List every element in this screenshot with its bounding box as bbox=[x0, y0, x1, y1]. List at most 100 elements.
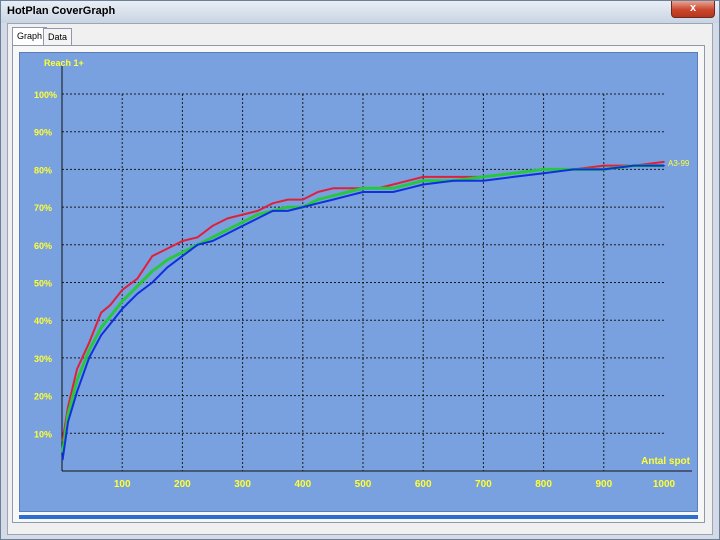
title-bar[interactable]: HotPlan CoverGraph x bbox=[1, 1, 719, 23]
series-1-point bbox=[422, 176, 425, 178]
y-tick-label: 70% bbox=[34, 203, 52, 213]
series-3-point bbox=[286, 210, 289, 212]
close-button[interactable]: x bbox=[671, 1, 715, 18]
series-2-point bbox=[181, 251, 184, 254]
series-2-point bbox=[347, 191, 349, 193]
series-3-point bbox=[67, 421, 69, 423]
x-tick-label: 800 bbox=[535, 479, 552, 490]
tab-graph[interactable]: Graph bbox=[12, 27, 48, 46]
series-1-point bbox=[302, 198, 304, 201]
series-2-point bbox=[407, 183, 409, 186]
series-1-point bbox=[100, 311, 102, 314]
y-tick-label: 30% bbox=[34, 354, 52, 364]
series-1-point bbox=[121, 289, 123, 291]
series-1-point bbox=[332, 187, 334, 190]
series-1-point bbox=[151, 255, 154, 257]
series-1-point bbox=[407, 179, 409, 182]
series-1-point bbox=[76, 368, 78, 371]
series-3-point bbox=[572, 168, 575, 171]
x-axis-title: Antal spot bbox=[641, 456, 691, 467]
series-2-point bbox=[109, 315, 111, 318]
x-tick-label: 900 bbox=[595, 479, 612, 490]
series-1-point bbox=[256, 210, 259, 212]
y-tick-label: 100% bbox=[34, 90, 57, 100]
series-3-point bbox=[302, 206, 304, 208]
series-3-point bbox=[151, 281, 154, 284]
y-axis-title: Reach 1+ bbox=[44, 58, 84, 68]
series-2-point bbox=[211, 236, 214, 239]
series-3-point bbox=[109, 323, 111, 325]
graph-panel: 10% 20% 30% 40% 50% 60% 70% 80% 90% 100% 100 200 300… bbox=[12, 45, 705, 523]
series-1-point bbox=[241, 213, 244, 216]
x-tick-label: 600 bbox=[415, 479, 432, 490]
series-2-point bbox=[121, 300, 123, 303]
y-tick-label: 50% bbox=[34, 279, 52, 289]
series-3-point bbox=[76, 391, 78, 393]
series-3-point bbox=[100, 334, 102, 337]
series-3-point bbox=[392, 191, 394, 193]
series-2-point bbox=[100, 326, 102, 329]
tab-data[interactable]: Data bbox=[43, 28, 73, 45]
series-3-point bbox=[271, 210, 274, 212]
series-3-point bbox=[407, 187, 409, 190]
series-1-point bbox=[196, 236, 199, 239]
series-3-point bbox=[88, 357, 90, 359]
series-2-point bbox=[286, 206, 289, 208]
series-2-point bbox=[332, 194, 334, 197]
x-tick-label: 500 bbox=[355, 479, 372, 490]
series-1-point bbox=[271, 202, 274, 205]
series-2-point bbox=[362, 187, 364, 190]
client-area: Graph Data 10% 20% 30% 40% 50% 60% 70% 80% 90% 10… bbox=[7, 23, 713, 535]
series-2-point bbox=[241, 221, 244, 223]
series-2-point bbox=[512, 172, 515, 174]
series-3-point bbox=[241, 225, 244, 227]
series-3-point bbox=[347, 194, 349, 197]
cover-graph-chart: 10% 20% 30% 40% 50% 60% 70% 80% 90% 100% 100 200 300… bbox=[34, 58, 692, 490]
series-3-point bbox=[362, 191, 364, 193]
chart-area: 10% 20% 30% 40% 50% 60% 70% 80% 90% 100% 100 200 300… bbox=[19, 52, 698, 512]
series-2-point bbox=[136, 285, 139, 288]
series-1-point bbox=[181, 240, 184, 242]
series-3-point bbox=[633, 164, 635, 167]
series-3-point bbox=[61, 458, 64, 461]
y-tick-label: 60% bbox=[34, 241, 52, 251]
series-3-point bbox=[136, 293, 139, 295]
series-3-point bbox=[256, 217, 259, 220]
horizontal-scrollbar[interactable] bbox=[19, 515, 698, 519]
app-window: HotPlan CoverGraph x Graph Data 10% 20% 30… bbox=[0, 0, 720, 540]
series-3-point bbox=[181, 255, 184, 257]
x-tick-label: 1000 bbox=[653, 479, 676, 490]
series-1-point bbox=[136, 277, 139, 280]
series-3-point bbox=[512, 176, 515, 178]
series-2-point bbox=[88, 349, 90, 352]
window-title: HotPlan CoverGraph bbox=[7, 5, 116, 17]
series-line-2 bbox=[61, 164, 664, 453]
y-tick-label: 20% bbox=[34, 392, 52, 402]
series-1-point bbox=[226, 217, 229, 220]
series-1-point bbox=[166, 247, 169, 250]
series-3-point bbox=[166, 266, 169, 269]
annotation-label: A3-99 bbox=[668, 159, 690, 168]
series-2-point bbox=[76, 379, 78, 382]
x-tick-label: 700 bbox=[475, 479, 492, 490]
x-tick-label: 200 bbox=[174, 479, 191, 490]
series-3-point bbox=[332, 198, 334, 201]
series-2-point bbox=[317, 198, 319, 201]
series-1-point bbox=[603, 164, 605, 167]
series-3-point bbox=[196, 244, 199, 246]
series-1-point bbox=[317, 191, 319, 193]
y-tick-label: 40% bbox=[34, 316, 52, 326]
series-3-point bbox=[542, 172, 545, 174]
series-2-point bbox=[422, 179, 425, 182]
series-3-point bbox=[226, 232, 229, 235]
series-3-point bbox=[663, 164, 665, 167]
y-tick-label: 10% bbox=[34, 429, 52, 439]
series-3-point bbox=[317, 202, 319, 205]
series-1-point bbox=[663, 161, 665, 163]
close-icon: x bbox=[689, 2, 697, 14]
series-2-point bbox=[151, 270, 154, 272]
series-3-point bbox=[482, 179, 485, 182]
series-3-point bbox=[452, 179, 455, 182]
series-3-point bbox=[211, 240, 214, 242]
x-tick-label: 300 bbox=[234, 479, 251, 490]
